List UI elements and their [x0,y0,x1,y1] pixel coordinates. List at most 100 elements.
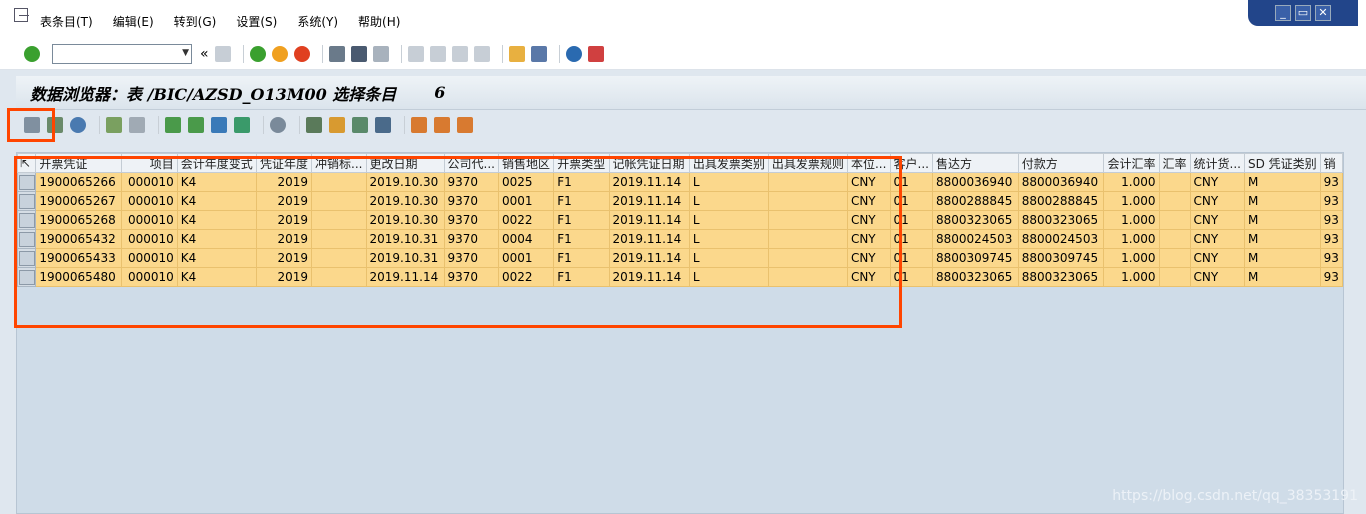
table-cell[interactable]: 0001 [497,191,555,211]
column-header[interactable]: 记帐凭证日期 [608,153,690,173]
filter-icon[interactable] [211,117,227,133]
table-cell[interactable]: 93 [1319,248,1343,268]
table-cell[interactable]: CNY [1189,248,1245,268]
row-selector[interactable] [17,191,37,211]
next-page-icon[interactable] [451,45,468,62]
column-header[interactable]: 本位... [846,153,891,173]
table-cell[interactable]: 1900065433 [35,248,122,268]
table-cell[interactable] [311,172,367,192]
cancel-icon[interactable] [293,45,310,62]
menu-table-entry[interactable]: 表条目(T) [40,13,93,30]
table-cell[interactable]: 93 [1319,229,1343,249]
table-cell[interactable]: K4 [176,248,257,268]
table-cell[interactable]: 01 [889,191,933,211]
table-cell[interactable] [767,248,848,268]
table-cell[interactable]: F1 [553,267,610,287]
table-cell[interactable] [311,248,367,268]
column-header[interactable]: SD 凭证类别 [1243,153,1321,173]
table-cell[interactable]: M [1243,172,1321,192]
table-cell[interactable]: CNY [846,248,891,268]
menu-help[interactable]: 帮助(H) [358,13,400,30]
column-header[interactable]: 项目 [120,153,178,173]
table-cell[interactable]: CNY [1189,229,1245,249]
table-cell[interactable]: K4 [176,191,257,211]
table-cell[interactable]: L [688,267,769,287]
table-cell[interactable] [1158,191,1191,211]
deselect-all-icon[interactable] [129,117,145,133]
table-cell[interactable]: 9370 [443,229,499,249]
column-header[interactable]: 付款方 [1017,153,1105,173]
select-all-header[interactable]: ⇱ [17,153,37,173]
sort-ascending-icon[interactable] [165,117,181,133]
restore-button[interactable]: ▭ [1295,5,1311,21]
sort-descending-icon[interactable] [188,117,204,133]
table-cell[interactable] [767,191,848,211]
table-cell[interactable]: M [1243,191,1321,211]
minimize-button[interactable]: _ [1275,5,1291,21]
collapse-icon[interactable]: « [200,46,209,62]
table-cell[interactable]: 8800036940 [931,172,1019,192]
table-cell[interactable]: CNY [846,229,891,249]
select-all-icon[interactable] [106,117,122,133]
first-page-icon[interactable] [407,45,424,62]
save-icon[interactable] [214,45,231,62]
table-cell[interactable]: CNY [1189,210,1245,230]
table-cell[interactable]: 01 [889,267,933,287]
row-selector-box[interactable] [18,212,35,228]
table-cell[interactable]: CNY [846,191,891,211]
table-cell[interactable]: 2019.10.30 [365,210,445,230]
table-cell[interactable]: K4 [176,229,257,249]
column-header[interactable]: 冲销标... [311,153,367,173]
table-cell[interactable]: 0022 [497,210,555,230]
table-cell[interactable] [767,210,848,230]
row-selector[interactable] [17,172,37,192]
table-cell[interactable]: 01 [889,210,933,230]
table-row[interactable]: 1900065432 000010 K4 2019 2019.10.31 9370 0004… [17,229,1343,249]
column-header[interactable]: 售达方 [931,153,1019,173]
table-cell[interactable]: 2019 [255,229,313,249]
table-cell[interactable]: 000010 [120,191,178,211]
close-button[interactable]: ✕ [1315,5,1331,21]
table-cell[interactable]: F1 [553,210,610,230]
menu-goto[interactable]: 转到(G) [174,13,217,30]
table-cell[interactable]: 000010 [120,248,178,268]
total-icon[interactable] [234,117,250,133]
customize-layout-icon[interactable] [587,45,604,62]
print-icon[interactable] [328,45,345,62]
table-cell[interactable]: CNY [1189,172,1245,192]
choose-layout-icon[interactable] [434,117,450,133]
table-cell[interactable]: F1 [553,229,610,249]
table-cell[interactable]: 9370 [443,210,499,230]
table-cell[interactable]: CNY [846,267,891,287]
table-cell[interactable] [1158,229,1191,249]
table-cell[interactable]: 2019.11.14 [608,267,690,287]
column-header[interactable]: 公司代... [443,153,499,173]
table-cell[interactable] [1158,248,1191,268]
table-cell[interactable]: 01 [889,172,933,192]
table-cell[interactable]: 2019 [255,248,313,268]
table-cell[interactable]: K4 [176,267,257,287]
table-cell[interactable] [311,267,367,287]
table-cell[interactable]: 0001 [497,248,555,268]
table-cell[interactable]: 93 [1319,267,1343,287]
command-field[interactable]: ▼ [52,43,192,64]
table-cell[interactable]: 2019 [255,210,313,230]
view-icon[interactable] [375,117,391,133]
glasses-details-icon[interactable] [24,117,40,133]
layout-icon[interactable] [411,117,427,133]
table-cell[interactable]: 1900065432 [35,229,122,249]
table-cell[interactable]: M [1243,248,1321,268]
print-preview-icon[interactable] [329,117,345,133]
table-cell[interactable]: CNY [1189,191,1245,211]
table-cell[interactable]: 93 [1319,172,1343,192]
column-header[interactable]: 会计汇率 [1103,153,1160,173]
menu-system[interactable]: 系统(Y) [297,13,338,30]
table-cell[interactable]: 01 [889,248,933,268]
table-cell[interactable]: 93 [1319,191,1343,211]
column-header[interactable]: 销 [1319,153,1343,173]
table-cell[interactable]: 9370 [443,172,499,192]
table-cell[interactable]: K4 [176,172,257,192]
table-cell[interactable]: 93 [1319,210,1343,230]
table-cell[interactable]: 000010 [120,229,178,249]
column-header[interactable]: 客户... [889,153,933,173]
